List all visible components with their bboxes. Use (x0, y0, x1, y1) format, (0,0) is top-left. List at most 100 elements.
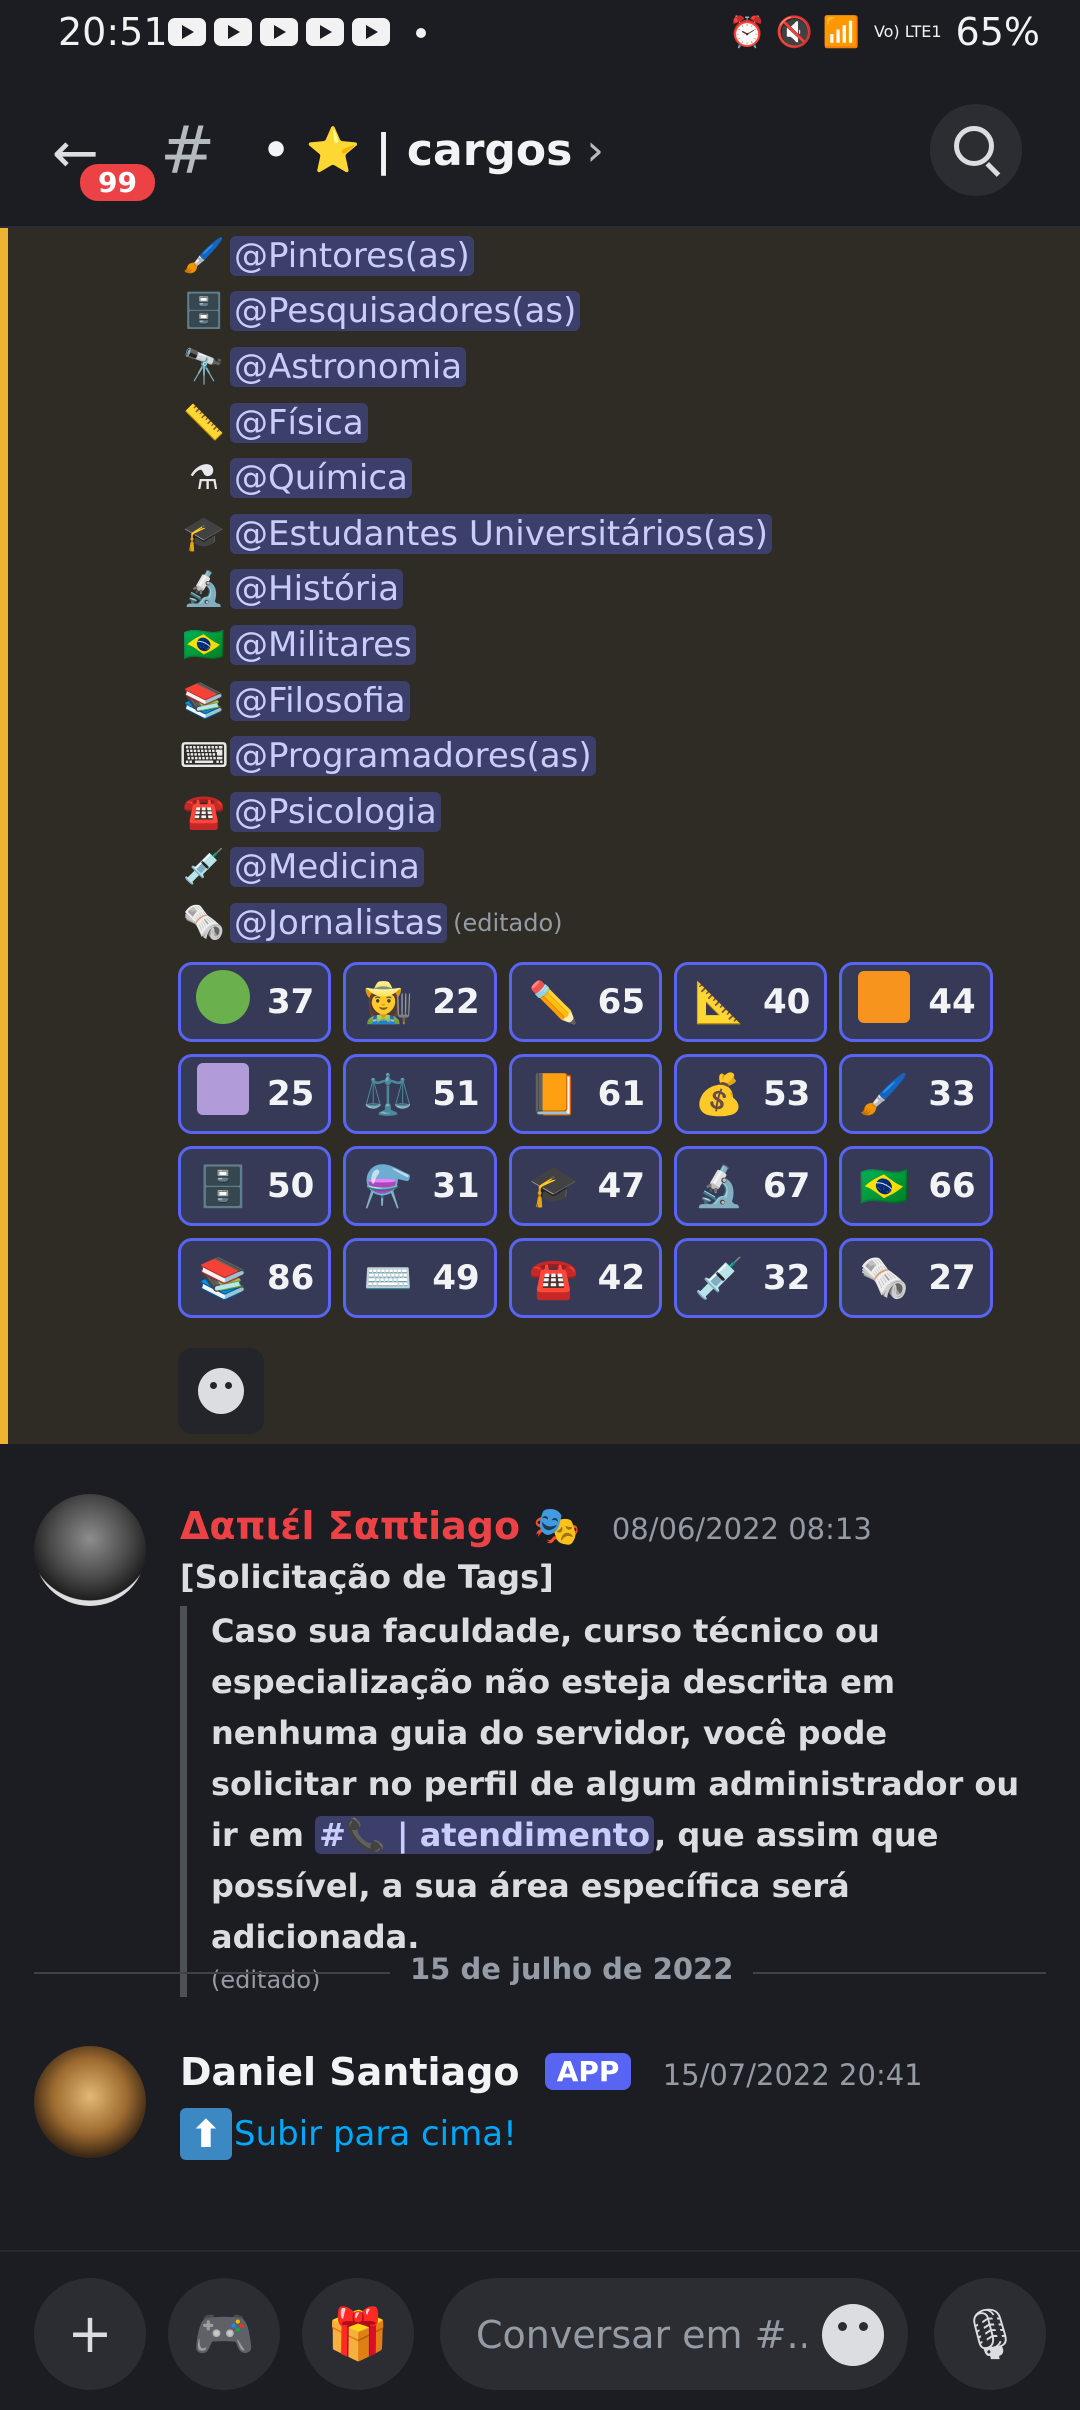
reaction-emoji: 🎓 (528, 1163, 579, 1210)
reaction-emoji: ✏️ (528, 979, 579, 1026)
reaction-row: 🗄️ 50 ⚗️ 31 🎓 47 🔬 67 🇧🇷 66 (178, 1146, 993, 1226)
role-emoji: ⌨ (179, 736, 229, 777)
role-mention[interactable]: @Militares (230, 624, 416, 665)
role-emoji: 🖌️ (182, 235, 226, 276)
role-mention[interactable]: @Estudantes Universitários(as) (230, 513, 773, 554)
message-composer[interactable] (440, 2278, 908, 2390)
role-line: 🇧🇷 @Militares (178, 617, 772, 673)
add-reaction-button[interactable] (178, 1348, 264, 1434)
message-input[interactable] (474, 2306, 808, 2364)
reaction-count: 86 (267, 1258, 315, 1298)
search-button[interactable] (930, 104, 1022, 196)
reaction-button[interactable]: 🗄️ 50 (178, 1146, 332, 1226)
role-emoji: 🗄️ (182, 291, 226, 332)
system-icons: ⏰ 🔇 📶 Vo) LTE1 65% (729, 10, 1040, 54)
activities-button[interactable]: 🎮 (168, 2278, 280, 2390)
gift-button[interactable]: 🎁 (302, 2278, 414, 2390)
quote-text: Caso sua faculdade, curso técnico ou esp… (211, 1606, 1040, 1963)
role-mention[interactable]: @Astronomia (230, 346, 467, 387)
more-notifications-dot (416, 28, 426, 38)
role-emoji: 🇧🇷 (182, 624, 226, 665)
block-quote: Caso sua faculdade, curso técnico ou esp… (180, 1606, 1040, 1997)
hash-icon: # (160, 112, 216, 189)
timestamp: 15/07/2022 20:41 (662, 2058, 923, 2092)
reaction-button[interactable]: ⌨️ 49 (343, 1238, 497, 1318)
reaction-button[interactable]: 💰 53 (673, 1054, 828, 1134)
role-mention[interactable]: @Filosofia (230, 680, 410, 721)
reaction-button[interactable]: 🗞️ 27 (839, 1238, 993, 1318)
reaction-button[interactable]: 🎓 47 (508, 1146, 662, 1226)
reaction-count: 50 (267, 1166, 315, 1206)
orange-square-shape (858, 971, 911, 1023)
role-mention[interactable]: @Programadores(as) (230, 736, 596, 777)
role-list: 🖌️ @Pintores(as) 🗄️ @Pesquisadores(as) 🔭 @Ast… (178, 228, 773, 951)
role-mention[interactable]: @Pesquisadores(as) (230, 291, 581, 332)
avatar[interactable] (34, 2046, 146, 2158)
unread-badge: 99 (76, 160, 159, 205)
reaction-count: 61 (597, 1074, 645, 1114)
microphone-icon: 🎙 (958, 2305, 1022, 2363)
role-mention[interactable]: @Medicina (230, 847, 424, 888)
reaction-button[interactable]: ⚖️ 51 (343, 1054, 497, 1134)
reaction-emoji: 📐 (694, 979, 744, 1026)
reaction-emoji: 💰 (694, 1071, 744, 1118)
youtube-icon (306, 18, 344, 46)
plus-icon: + (67, 2302, 113, 2365)
reaction-button[interactable]: 📐 40 (673, 962, 828, 1042)
author-emoji: 🎭 (533, 1504, 581, 1548)
orange-square-icon (856, 971, 912, 1033)
notification-icons (168, 18, 390, 46)
role-line: 🗞️ @Jornalistas (editado) (178, 895, 772, 951)
channel-mention[interactable]: #📞 | atendimento (315, 1816, 655, 1854)
role-mention[interactable]: @Física (230, 402, 368, 443)
role-mention[interactable]: @Química (230, 458, 412, 499)
role-line: 🔬 @História (178, 562, 772, 618)
scroll-top-link[interactable]: Subir para cima! (234, 2114, 517, 2154)
role-emoji: 🔬 (182, 569, 226, 610)
green-circle-shape (196, 970, 250, 1024)
network-label: Vo) LTE1 (873, 22, 942, 41)
status-bar: 20:51 ⏰ 🔇 📶 Vo) LTE1 65% (0, 0, 1080, 72)
reaction-button[interactable]: 37 (178, 962, 332, 1042)
reaction-emoji: 🖌️ (859, 1071, 910, 1118)
smiley-icon (198, 1368, 244, 1414)
reaction-emoji: ⚖️ (363, 1071, 414, 1118)
author-name[interactable]: Daniel Santiago (180, 2050, 520, 2094)
role-emoji: 📏 (182, 402, 226, 443)
role-mention[interactable]: @História (230, 569, 404, 610)
reaction-button[interactable]: 💉 32 (673, 1238, 828, 1318)
role-line: 💉 @Medicina (178, 840, 772, 896)
youtube-icon (352, 18, 390, 46)
role-mention[interactable]: @Psicologia (230, 791, 441, 832)
emoji-picker-icon[interactable] (822, 2304, 884, 2366)
reaction-button[interactable]: 🔬 67 (673, 1146, 828, 1226)
reaction-button[interactable]: ✏️ 65 (508, 962, 662, 1042)
channel-header: ← 99 # • ⭐ | cargos › (0, 72, 1080, 228)
reaction-button[interactable]: ⚗️ 31 (343, 1146, 497, 1226)
reaction-button[interactable]: 🖌️ 33 (839, 1054, 993, 1134)
reaction-button[interactable]: ☎️ 42 (508, 1238, 662, 1318)
reaction-button[interactable]: 📙 61 (508, 1054, 662, 1134)
highlighted-message: 🖌️ @Pintores(as) 🗄️ @Pesquisadores(as) 🔭 @Ast… (0, 228, 1080, 1444)
reaction-button[interactable]: 🇧🇷 66 (839, 1146, 993, 1226)
message-header: Δαπιέl Σαπtiagο 🎭 08/06/2022 08:13 (180, 1504, 872, 1549)
reaction-button[interactable]: 44 (839, 962, 993, 1042)
channel-title[interactable]: • ⭐ | cargos › (262, 124, 604, 176)
reaction-row: 37 👩‍🌾 22 ✏️ 65 📐 40 44 (178, 962, 993, 1042)
role-mention[interactable]: @Jornalistas (230, 902, 448, 943)
reaction-button[interactable]: 25 (178, 1054, 332, 1134)
add-attachment-button[interactable]: + (34, 2278, 146, 2390)
voice-message-button[interactable]: 🎙 (934, 2278, 1046, 2390)
author-name[interactable]: Δαπιέl Σαπtiagο (180, 1504, 520, 1548)
reaction-button[interactable]: 👩‍🌾 22 (343, 962, 497, 1042)
reaction-button[interactable]: 📚 86 (178, 1238, 332, 1318)
reaction-row: 📚 86 ⌨️ 49 ☎️ 42 💉 32 🗞️ 27 (178, 1238, 993, 1318)
role-mention[interactable]: @Pintores(as) (230, 235, 474, 276)
message-content: ⬆ Subir para cima! (180, 2108, 517, 2160)
role-line: 🖌️ @Pintores(as) (178, 228, 772, 284)
reaction-count: 22 (432, 982, 480, 1022)
reaction-emoji: 📚 (198, 1255, 248, 1302)
role-emoji: ☎️ (182, 791, 226, 832)
youtube-icon (214, 18, 252, 46)
avatar[interactable] (34, 1494, 146, 1606)
